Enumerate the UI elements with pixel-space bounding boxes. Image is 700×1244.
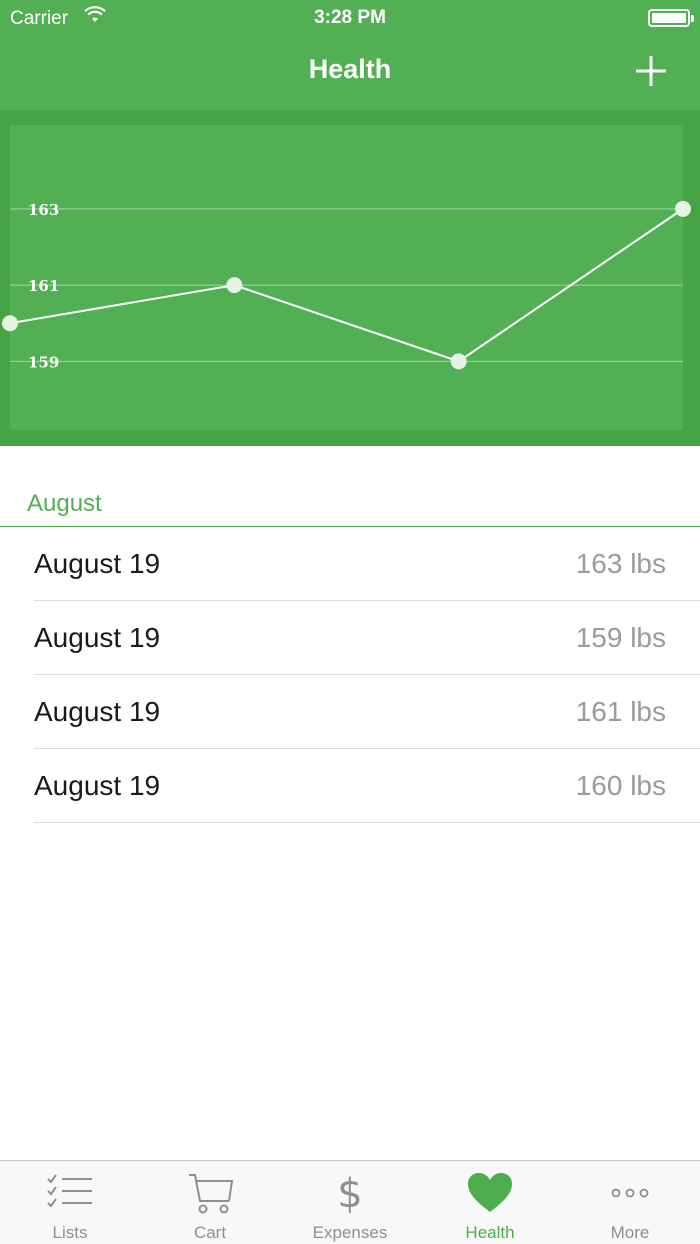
tab-bar: Lists Cart $ Expenses Health More: [0, 1160, 700, 1244]
entries-list: August 19 163 lbs August 19 159 lbs Augu…: [0, 527, 700, 823]
entry-date: August 19: [34, 622, 161, 653]
tab-label: Health: [465, 1223, 515, 1242]
entry-date: August 19: [34, 548, 161, 579]
y-tick-label: 161: [28, 277, 59, 295]
entry-weight: 161 lbs: [575, 696, 666, 727]
data-point[interactable]: [675, 200, 691, 217]
navigation-bar: Carrier 3:28 PM Health: [0, 0, 700, 110]
section-header-month: August: [27, 490, 102, 517]
row-divider: [34, 822, 700, 823]
status-bar: Carrier 3:28 PM: [0, 0, 700, 38]
list-item[interactable]: August 19 159 lbs: [0, 601, 700, 675]
entry-weight: 160 lbs: [575, 770, 666, 801]
battery-icon: [648, 9, 694, 27]
svg-text:$: $: [337, 1171, 362, 1215]
y-tick-label: 159: [28, 353, 59, 371]
tab-label: Cart: [193, 1223, 227, 1242]
entry-date: August 19: [34, 696, 161, 727]
entry-weight: 163 lbs: [575, 548, 666, 579]
data-point[interactable]: [226, 277, 243, 294]
tab-label: More: [610, 1223, 650, 1242]
tab-health[interactable]: Health: [420, 1161, 560, 1244]
heart-icon: [468, 1173, 512, 1212]
plus-icon: [636, 56, 666, 86]
add-entry-button[interactable]: [630, 50, 672, 92]
weight-line-chart: 163 161 159: [2, 200, 691, 371]
data-point[interactable]: [450, 353, 467, 370]
checklist-icon: [47, 1174, 92, 1208]
tab-label: Lists: [52, 1223, 88, 1242]
dollar-icon: $: [337, 1171, 362, 1215]
entry-date: August 19: [34, 770, 161, 801]
page-title: Health: [308, 54, 392, 84]
tab-expenses[interactable]: $ Expenses: [280, 1161, 420, 1244]
cart-icon: [189, 1174, 234, 1214]
weight-chart: 163 161 159: [0, 110, 700, 446]
tab-label: Expenses: [312, 1223, 388, 1242]
more-dots-icon: [611, 1188, 649, 1198]
y-tick-label: 163: [28, 201, 59, 219]
list-item[interactable]: August 19 163 lbs: [0, 527, 700, 601]
status-time: 3:28 PM: [314, 7, 386, 28]
data-point[interactable]: [2, 315, 18, 332]
list-item[interactable]: August 19 160 lbs: [0, 749, 700, 823]
tab-cart[interactable]: Cart: [140, 1161, 280, 1244]
entry-weight: 159 lbs: [575, 622, 666, 653]
tab-more[interactable]: More: [560, 1161, 700, 1244]
list-item[interactable]: August 19 161 lbs: [0, 675, 700, 749]
tab-lists[interactable]: Lists: [0, 1161, 140, 1244]
